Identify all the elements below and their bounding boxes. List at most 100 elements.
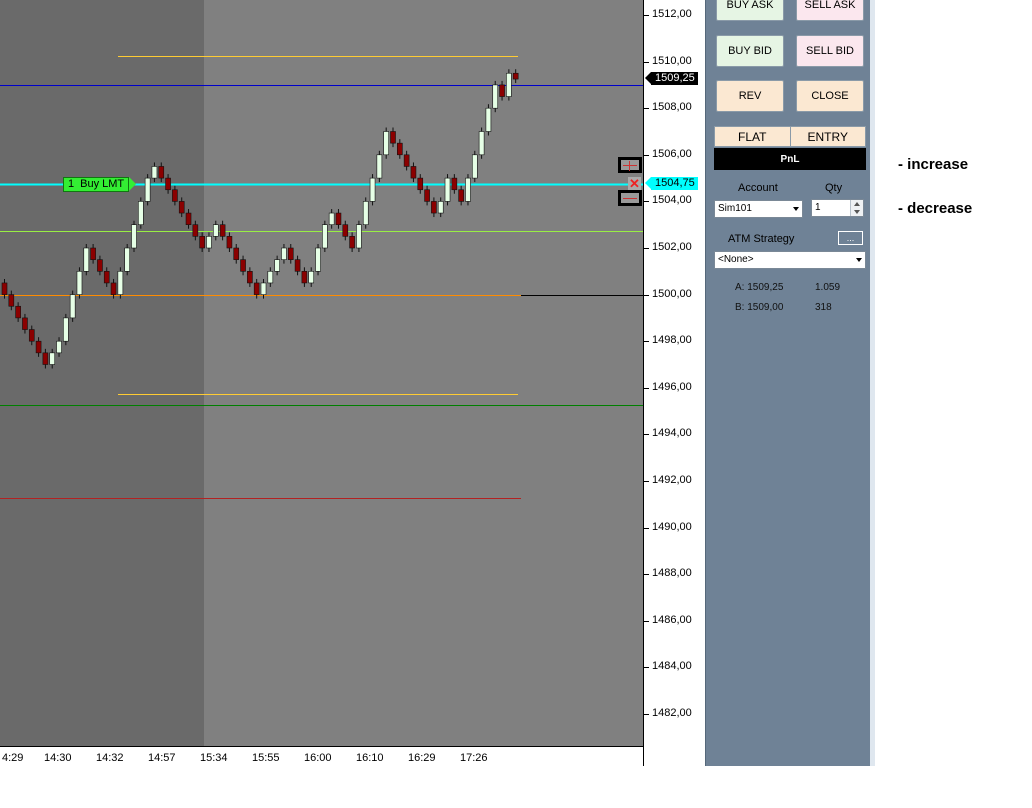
chevron-up-icon[interactable] — [854, 202, 860, 206]
price-bar — [431, 197, 437, 218]
account-select[interactable]: Sim101 — [714, 200, 803, 218]
atm-strategy-value: <None> — [718, 254, 754, 265]
price-bar — [69, 290, 76, 322]
price-bar — [15, 302, 21, 322]
price-bar — [512, 69, 519, 84]
account-label: Account — [738, 182, 778, 194]
sell-ask-button[interactable]: SELL ASK — [796, 0, 864, 21]
price-bar — [410, 162, 417, 183]
chart-area[interactable] — [0, 0, 643, 746]
ask-size: 1.059 — [815, 282, 841, 293]
price-bar — [158, 162, 165, 183]
buy-ask-button[interactable]: BUY ASK — [716, 0, 784, 21]
price-bar — [199, 232, 205, 252]
price-bar — [212, 220, 219, 241]
cancel-order-icon[interactable]: ✕ — [628, 177, 641, 190]
price-tick-label: 1496,00 — [652, 380, 692, 393]
time-tick-label: 16:00 — [304, 752, 332, 764]
time-axis[interactable]: 4:29 14:30 14:32 14:57 15:34 15:55 16:00 16:10 1… — [0, 746, 643, 766]
atm-more-button[interactable]: ... — [838, 231, 863, 245]
price-bar — [131, 220, 137, 252]
buy-bid-button[interactable]: BUY BID — [716, 35, 784, 67]
price-tick-mark — [644, 574, 649, 576]
price-tick-mark — [644, 108, 649, 110]
price-tick-label: 1484,00 — [652, 660, 692, 673]
price-bar — [172, 185, 178, 206]
time-tick-label: 16:29 — [408, 752, 436, 764]
increase-price-button[interactable] — [618, 157, 642, 173]
price-tick-label: 1490,00 — [652, 520, 692, 533]
price-bar — [178, 197, 185, 218]
close-position-button[interactable]: CLOSE — [796, 80, 864, 112]
flat-button[interactable]: FLAT — [715, 127, 791, 146]
decrease-annotation: - decrease — [898, 200, 973, 217]
price-bar — [471, 150, 478, 183]
price-bar — [267, 267, 274, 287]
price-tick-mark — [644, 154, 649, 156]
price-bar — [294, 255, 301, 276]
price-tick-mark — [644, 201, 649, 203]
decrease-price-button[interactable] — [618, 190, 642, 206]
price-bar — [281, 244, 287, 264]
order-entry-panel — [705, 0, 870, 766]
price-tick-label: 1504,00 — [652, 194, 692, 207]
price-tick-label: 1492,00 — [652, 474, 692, 486]
price-tick-mark — [644, 620, 649, 622]
order-qty: 1 — [68, 178, 75, 190]
price-tick-mark — [644, 667, 649, 669]
price-bar — [124, 244, 130, 276]
price-bar — [376, 150, 383, 183]
price-bar — [369, 174, 376, 206]
price-tick-label: 1488,00 — [652, 567, 692, 580]
time-tick-label: 14:32 — [96, 752, 124, 764]
price-bar — [97, 255, 103, 276]
price-axis[interactable]: 1512,00 1510,00 1508,00 1506,00 1504,00 1502,… — [643, 0, 705, 766]
price-bar — [342, 220, 349, 241]
price-tick-mark — [644, 15, 649, 16]
price-bar — [465, 174, 471, 206]
price-bar — [274, 255, 280, 276]
price-bar — [356, 220, 362, 252]
price-bar — [506, 69, 512, 101]
price-tick-label: 1506,00 — [652, 147, 692, 160]
qty-input[interactable]: 1 — [811, 199, 864, 217]
chevron-down-icon[interactable] — [854, 210, 860, 214]
price-bar — [240, 255, 246, 276]
qty-spinner[interactable] — [850, 200, 863, 216]
price-bar — [76, 267, 83, 299]
price-tick-label: 1508,00 — [652, 101, 692, 114]
time-tick-label: 16:10 — [356, 752, 384, 764]
price-bar — [117, 267, 124, 299]
price-bar — [492, 80, 499, 113]
time-tick-label: 4:29 — [2, 752, 24, 764]
price-bar — [315, 244, 321, 276]
price-bar — [206, 232, 212, 252]
account-value: Sim101 — [718, 203, 752, 214]
reverse-button[interactable]: REV — [716, 80, 784, 112]
atm-strategy-select[interactable]: <None> — [714, 251, 866, 269]
price-bar — [35, 337, 42, 357]
price-bar — [308, 267, 315, 287]
price-tick-mark — [644, 294, 649, 296]
price-bar — [165, 174, 171, 194]
price-plot[interactable] — [0, 0, 643, 746]
price-bar — [90, 244, 96, 264]
entry-button[interactable]: ENTRY — [791, 127, 866, 146]
price-bar — [192, 220, 199, 241]
price-bar — [301, 267, 308, 287]
price-bar — [185, 209, 192, 229]
price-bar — [499, 80, 505, 101]
chevron-down-icon — [856, 258, 862, 262]
last-price-tag: 1509,25 — [645, 72, 698, 85]
price-tick-label: 1498,00 — [652, 334, 692, 347]
buy-limit-order-tag[interactable]: 1 Buy LMT — [63, 177, 137, 192]
flat-entry-bar: FLAT ENTRY — [714, 126, 866, 147]
price-bar — [349, 232, 355, 252]
price-bar — [287, 244, 294, 264]
price-tick-mark — [644, 248, 649, 249]
price-bar — [22, 313, 28, 334]
order-price-tag: 1504,75 — [645, 177, 698, 190]
sell-bid-button[interactable]: SELL BID — [796, 35, 864, 67]
pnl-display: PnL — [714, 148, 866, 170]
price-tick-mark — [644, 714, 649, 715]
